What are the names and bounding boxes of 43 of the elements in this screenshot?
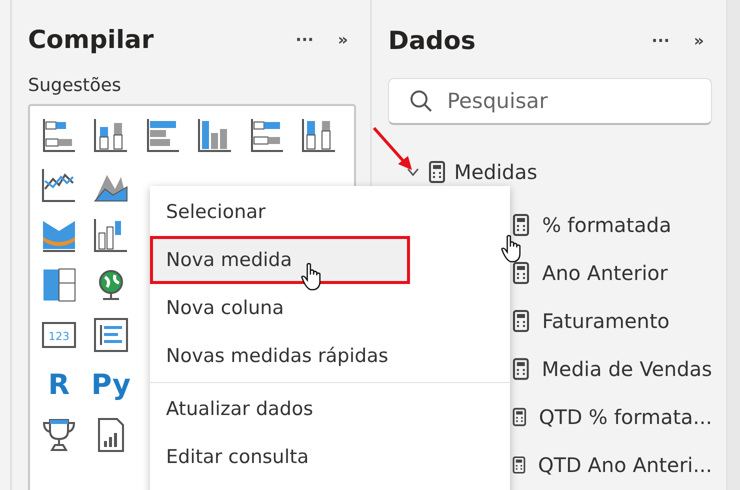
visual-button[interactable]: Py <box>90 364 132 406</box>
menu-item[interactable]: Editar consulta <box>150 433 510 481</box>
menu-item[interactable]: Selecionar <box>150 188 510 236</box>
bar-100-chart-icon <box>248 116 285 153</box>
tree-item[interactable]: QTD Ano Anteri... <box>538 453 712 477</box>
collapse-button[interactable]: » <box>330 30 356 49</box>
menu-item[interactable]: Novas medidas rápidas <box>150 332 510 380</box>
search-icon <box>409 89 434 113</box>
tree-item[interactable]: Medidas <box>454 160 538 184</box>
stacked-column-chart-icon <box>92 116 129 153</box>
tree-item[interactable]: QTD % formata... <box>538 405 712 429</box>
treemap-chart-icon <box>40 266 77 303</box>
tree-item[interactable]: Media de Vendas <box>542 357 712 381</box>
search-field[interactable]: Pesquisar <box>388 78 712 125</box>
measure-icon <box>512 261 530 285</box>
column-100-chart-icon <box>300 116 337 153</box>
multirow-chart-icon <box>92 316 129 353</box>
measure-icon <box>512 213 530 237</box>
clustered-bar-chart-icon <box>144 116 181 153</box>
tree-item[interactable]: % formatada <box>542 213 672 237</box>
tree-item[interactable]: Ano Anterior <box>542 261 668 285</box>
menu-item[interactable]: Atualizar dados <box>150 385 510 433</box>
measure-icon <box>512 309 530 333</box>
clustered-column-chart-icon <box>196 116 233 153</box>
measure-icon <box>512 357 530 381</box>
more-options-button[interactable]: ··· <box>643 30 678 50</box>
collapse-button[interactable]: » <box>686 30 712 50</box>
line-chart-icon <box>40 166 77 203</box>
waterfall-chart-icon <box>92 216 129 253</box>
pane-title: Compilar <box>28 24 155 54</box>
arrow-annotation <box>372 126 414 172</box>
menu-item[interactable]: Nova medida <box>150 236 410 284</box>
stacked-bar-chart-icon <box>40 116 77 153</box>
search-input[interactable]: Pesquisar <box>445 88 700 114</box>
tree-item[interactable]: Faturamento <box>542 309 670 333</box>
menu-item[interactable]: Nova coluna <box>150 284 510 332</box>
pane-title: Dados <box>388 26 477 54</box>
trophy-icon <box>40 416 77 453</box>
measure-icon <box>512 405 527 429</box>
visual-button[interactable]: R <box>38 364 80 406</box>
table-icon <box>428 160 446 184</box>
more-options-button[interactable]: ··· <box>287 30 322 49</box>
section-label: Sugestões <box>28 74 122 96</box>
